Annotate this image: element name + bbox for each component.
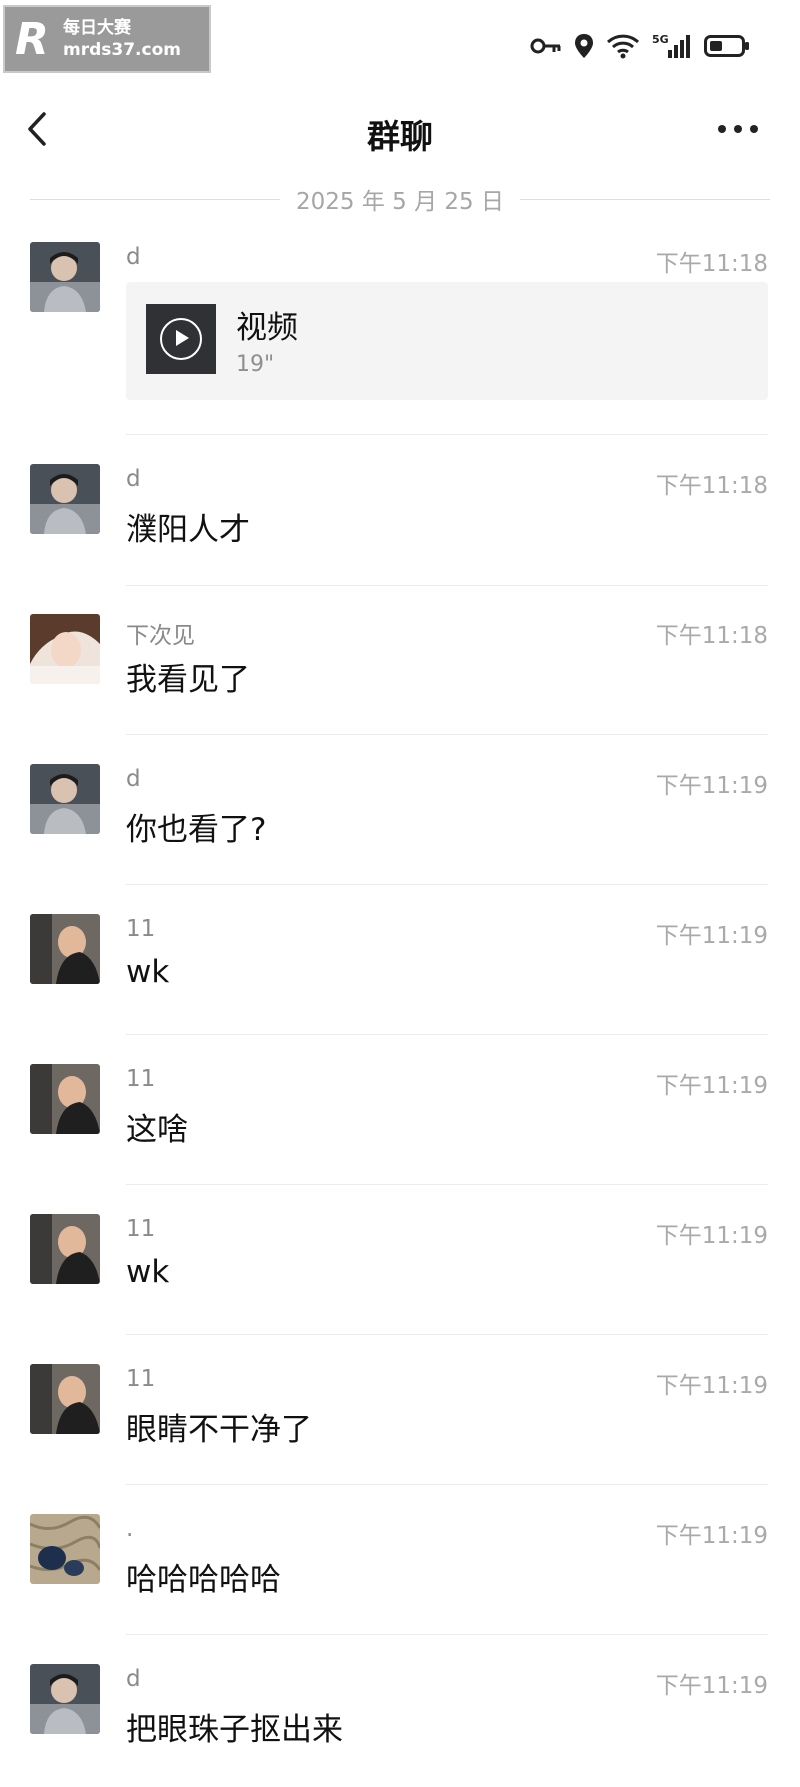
avatar-11-image: [30, 1214, 100, 1284]
message-time: 下午11:19: [655, 773, 768, 799]
message-time: 下午11:18: [655, 473, 768, 499]
message-time: 下午11:18: [655, 623, 768, 649]
message-separator: [126, 1634, 768, 1635]
sender-name: 11: [126, 916, 156, 942]
watermark-logo: R: [15, 13, 49, 65]
avatar[interactable]: [30, 464, 100, 534]
avatar-xiacijian-image: [30, 614, 100, 684]
message-separator: [126, 434, 768, 435]
sender-name: 11: [126, 1366, 156, 1392]
sender-name: 下次见: [126, 623, 195, 649]
status-bar: 5G: [530, 28, 750, 64]
message-time: 下午11:19: [655, 923, 768, 949]
message-separator: [126, 585, 768, 586]
message-text: 你也看了?: [126, 812, 267, 848]
avatar[interactable]: [30, 1064, 100, 1134]
watermark: R 每日大赛 mrds37.com: [3, 5, 211, 73]
message-separator: [126, 1184, 768, 1185]
key-icon: [530, 38, 561, 54]
signal-5g-icon: 5G: [652, 33, 690, 58]
avatar[interactable]: [30, 1364, 100, 1434]
avatar[interactable]: [30, 1514, 100, 1584]
avatar-dot-image: [30, 1514, 100, 1584]
watermark-line1: 每日大赛: [63, 18, 131, 38]
sender-name: d: [126, 1666, 141, 1692]
avatar-d-image: [30, 242, 100, 312]
nav-bar: 群聊: [0, 92, 800, 166]
video-message-card[interactable]: 视频 19": [126, 282, 768, 400]
avatar[interactable]: [30, 764, 100, 834]
avatar-d-image: [30, 1664, 100, 1734]
watermark-text: 每日大赛 mrds37.com: [63, 17, 181, 61]
svg-text:5G: 5G: [652, 33, 669, 46]
message-text: 眼睛不干净了: [126, 1412, 312, 1448]
message-text: 这啥: [126, 1112, 188, 1148]
message-text: 把眼珠子抠出来: [126, 1712, 343, 1748]
location-icon: [575, 34, 593, 58]
message-separator: [126, 884, 768, 885]
avatar-d-image: [30, 464, 100, 534]
wifi-icon: [606, 34, 640, 59]
message-time: 下午11:19: [655, 1073, 768, 1099]
message-time: 下午11:19: [655, 1523, 768, 1549]
sender-name: d: [126, 766, 141, 792]
avatar[interactable]: [30, 1664, 100, 1734]
video-thumbnail: [146, 304, 216, 374]
avatar[interactable]: [30, 914, 100, 984]
avatar[interactable]: [30, 1214, 100, 1284]
avatar-d-image: [30, 764, 100, 834]
message-text: 濮阳人才: [126, 512, 250, 548]
avatar-11-image: [30, 914, 100, 984]
sender-name: d: [126, 244, 141, 270]
divider-line-right: [520, 198, 770, 200]
sender-name: 11: [126, 1216, 156, 1242]
date-label: 2025 年 5 月 25 日: [296, 189, 504, 215]
message-separator: [126, 734, 768, 735]
message-time: 下午11:18: [655, 251, 768, 277]
message-time: 下午11:19: [655, 1373, 768, 1399]
more-dots-icon: [718, 125, 758, 133]
page-title: 群聊: [367, 117, 433, 156]
sender-name: .: [126, 1516, 134, 1542]
message-time: 下午11:19: [655, 1673, 768, 1699]
battery-icon: [704, 35, 749, 57]
message-text: wk: [126, 954, 170, 990]
message-time: 下午11:19: [655, 1223, 768, 1249]
sender-name: 11: [126, 1066, 156, 1092]
message-text: wk: [126, 1254, 170, 1290]
message-separator: [126, 1484, 768, 1485]
video-duration: 19": [236, 352, 275, 377]
message-text: 哈哈哈哈哈: [126, 1562, 281, 1598]
avatar[interactable]: [30, 242, 100, 312]
sender-name: d: [126, 466, 141, 492]
message-separator: [126, 1334, 768, 1335]
avatar[interactable]: [30, 614, 100, 684]
message-separator: [126, 1034, 768, 1035]
avatar-11-image: [30, 1064, 100, 1134]
more-options-button[interactable]: [714, 114, 762, 144]
message-text: 我看见了: [126, 662, 250, 698]
divider-line-left: [30, 198, 280, 200]
watermark-line2: mrds37.com: [63, 40, 181, 60]
date-divider: 2025 年 5 月 25 日: [30, 182, 770, 216]
avatar-11-image: [30, 1364, 100, 1434]
video-title: 视频: [236, 310, 298, 346]
play-icon: [160, 318, 202, 360]
